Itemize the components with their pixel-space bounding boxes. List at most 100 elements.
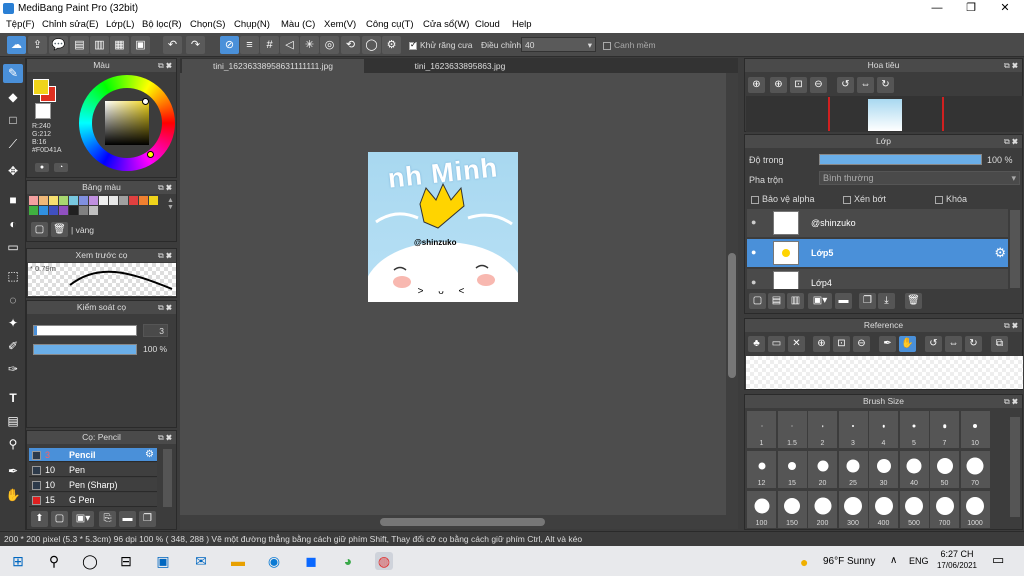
maximize-button[interactable]: ❐ (954, 1, 988, 16)
flip-icon[interactable]: ⇔ (945, 336, 962, 352)
radial-snap-icon[interactable]: ✳ (300, 36, 319, 54)
undo-icon[interactable]: ↶ (163, 36, 182, 54)
brush-size-item[interactable]: 2 (808, 411, 837, 448)
panel-controls-icon[interactable]: ⧉ ✖ (158, 181, 172, 194)
tab-document-1[interactable]: tini_16236338958631111111.jpg (182, 59, 364, 73)
edge-browser-icon[interactable]: ◉ (265, 552, 283, 570)
frame-icon[interactable]: ▤ (70, 36, 89, 54)
new-color-layer-icon[interactable]: ▤ (768, 293, 785, 309)
panel-controls-icon[interactable]: ⧉ ✖ (1004, 395, 1018, 408)
rotate-left-icon[interactable]: ↺ (837, 77, 854, 93)
antialias-checkbox[interactable]: Khử răng cưa (409, 40, 473, 50)
add-brush-icon[interactable]: ⬆ (31, 511, 48, 527)
line-tool-icon[interactable]: ⟋ (3, 135, 23, 154)
eyedropper-tool-icon[interactable]: ✒ (3, 462, 23, 481)
pin-icon[interactable]: ⧉ (991, 336, 1008, 352)
palette-swatch[interactable] (119, 196, 128, 205)
comment-icon[interactable]: 💬 (49, 36, 68, 54)
layer-row[interactable]: ● Lớp4 (747, 269, 1008, 289)
snap-off-icon[interactable]: ⊘ (220, 36, 239, 54)
menu-layer[interactable]: Lớp(L) (106, 19, 134, 30)
tree-icon[interactable]: ♣ (748, 336, 765, 352)
palette-swatch[interactable] (79, 206, 88, 215)
clock-time[interactable]: 6:27 CH (937, 549, 977, 559)
brush-item[interactable]: 10 Pen (29, 463, 157, 477)
brush-size-item[interactable]: 300 (838, 491, 868, 528)
palette-swatch[interactable] (49, 196, 58, 205)
gradient-tool-icon[interactable]: ▭ (3, 238, 23, 257)
brush-size-item[interactable]: 25 (838, 451, 868, 488)
palette-swatch[interactable] (29, 196, 38, 205)
palette-swatch[interactable] (49, 206, 58, 215)
brush-size-item[interactable]: 700 (930, 491, 959, 528)
brush-size-item[interactable]: 4 (869, 411, 898, 448)
panel-controls-icon[interactable]: ⧉ ✖ (1004, 319, 1018, 332)
brush-size-item[interactable]: 20 (808, 451, 837, 488)
color-square[interactable] (105, 101, 149, 145)
new-brush-icon[interactable]: ▢ (51, 511, 68, 527)
palette-swatch[interactable] (29, 206, 38, 215)
fit-screen-icon[interactable]: ⊡ (790, 77, 807, 93)
duplicate-layer-icon[interactable]: ❐ (859, 293, 876, 309)
color-mode-icon[interactable]: ● (35, 163, 49, 172)
redo-icon[interactable]: ↷ (186, 36, 205, 54)
tab-document-2[interactable]: tini_1623633895863.jpg (370, 59, 550, 73)
brush-size-item[interactable]: 150 (777, 491, 807, 528)
brush-size-item[interactable]: 1 (747, 411, 776, 448)
zoom-out-icon[interactable]: ⊖ (810, 77, 827, 93)
brush-size-scrollbar[interactable] (1010, 417, 1020, 517)
zalo-icon[interactable]: ◼ (302, 552, 320, 570)
primary-color-swatch[interactable] (33, 79, 49, 95)
clipping-checkbox[interactable]: Xén bớt (843, 194, 886, 204)
delete-palette-icon[interactable]: 🗑 (51, 222, 68, 237)
hand-icon[interactable]: ✋ (899, 336, 916, 352)
store-icon[interactable]: ▣ (154, 552, 172, 570)
new-layer-icon[interactable]: ▢ (749, 293, 766, 309)
color-cursor[interactable] (142, 98, 149, 105)
brush-size-slider[interactable] (33, 325, 137, 336)
palette-swatch[interactable] (89, 206, 98, 215)
color-wheel[interactable] (79, 75, 175, 171)
fill-rect-tool-icon[interactable]: ■ (3, 191, 23, 210)
navigator-preview[interactable] (746, 96, 1023, 132)
merge-layer-icon[interactable]: ⤓ (878, 293, 895, 309)
mail-icon[interactable]: ✉ (192, 552, 210, 570)
brush-size-item[interactable]: 1.5 (777, 411, 807, 448)
eye-icon[interactable]: ● (751, 247, 756, 257)
brush-tool-icon[interactable]: ✎ (3, 64, 23, 83)
brush-size-input[interactable]: 3 (143, 324, 168, 337)
menu-file[interactable]: Tệp(F) (6, 19, 35, 30)
palette-swatch[interactable] (139, 196, 148, 205)
eraser-tool-icon[interactable]: ◆ (3, 88, 23, 107)
layer-list-scrollbar[interactable] (1010, 210, 1020, 288)
palette-swatch[interactable] (99, 196, 108, 205)
lasso-tool-icon[interactable]: ◌ (3, 291, 23, 310)
palette-swatch[interactable] (69, 206, 78, 215)
brush-size-item[interactable]: 500 (899, 491, 929, 528)
palette-swatch[interactable] (59, 196, 68, 205)
folder-icon[interactable]: ▬ (835, 293, 852, 309)
palette-swatch[interactable] (89, 196, 98, 205)
gear-icon[interactable]: ⚙ (145, 448, 154, 462)
copy-brush-icon[interactable]: ⎘ (99, 511, 116, 527)
windows-start-icon[interactable]: ⊞ (9, 552, 27, 570)
hand-tool-icon[interactable]: ✋ (3, 486, 23, 505)
circle-snap-icon[interactable]: ◎ (320, 36, 339, 54)
grid-icon[interactable]: ▦ (110, 36, 129, 54)
palette-swatch[interactable] (149, 196, 158, 205)
medibang-taskbar-icon[interactable]: ◍ (375, 552, 393, 570)
horizontal-scrollbar[interactable] (180, 515, 738, 529)
search-icon[interactable]: ⚲ (45, 552, 63, 570)
brush-item[interactable]: 3 Pencil ⚙ (29, 448, 157, 462)
panel-controls-icon[interactable]: ⧉ ✖ (1004, 59, 1018, 72)
menu-filter[interactable]: Bộ lọc(R) (142, 19, 182, 30)
new-halftone-layer-icon[interactable]: ▥ (787, 293, 804, 309)
rectangle-tool-icon[interactable]: □ (3, 111, 23, 130)
brush-size-item[interactable]: 15 (777, 451, 807, 488)
bucket-tool-icon[interactable]: ◐ (3, 215, 23, 234)
task-view-icon[interactable]: ◯ (81, 552, 99, 570)
new-palette-icon[interactable]: ▢ (31, 222, 48, 237)
weather-text[interactable]: 96°F Sunny (823, 556, 875, 567)
layer-menu-icon[interactable]: ▣▾ (808, 293, 832, 309)
zoom-in-icon[interactable]: ⊕ (748, 77, 765, 93)
